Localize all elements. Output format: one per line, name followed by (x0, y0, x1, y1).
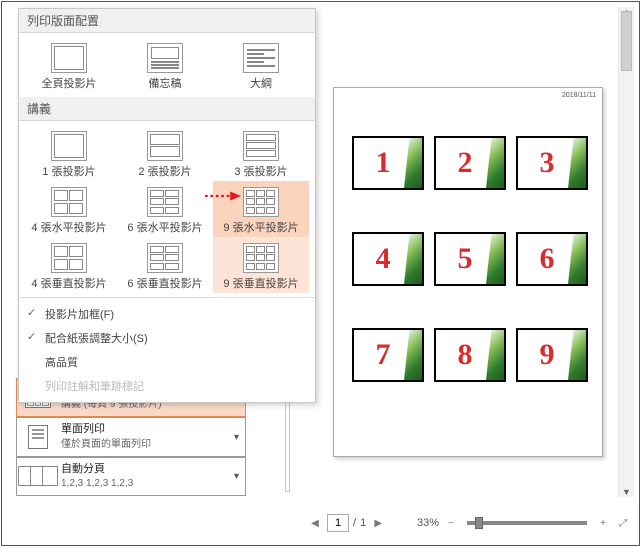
layout-outline[interactable]: 大綱 (213, 37, 309, 93)
slide-thumb: 3 (516, 136, 588, 190)
grid-6v-icon (147, 243, 183, 273)
zoom-out-button[interactable]: − (443, 518, 459, 529)
handout-6-horizontal[interactable]: 6 張水平投影片 (117, 181, 213, 237)
page-sep: / (353, 517, 356, 529)
grid-2-icon (147, 131, 183, 161)
preview-page: 2018/11/11 1 2 3 4 5 6 7 8 9 (333, 87, 603, 457)
zoom-slider[interactable] (467, 521, 587, 525)
chevron-down-icon: ▾ (234, 432, 239, 443)
preview-vertical-scrollbar[interactable]: ▲ ▼ (618, 7, 634, 497)
popup-options-list: ✓投影片加框(F) ✓配合紙張調整大小(S) 高品質 列印註解和筆跡標記 (19, 297, 315, 402)
zoom-slider-knob[interactable] (475, 517, 483, 529)
setting-sides[interactable]: 單面列印 僅於頁面的單面列印 ▾ (16, 417, 246, 456)
page-number-input[interactable] (327, 514, 349, 532)
setting-sides-title: 單面列印 (61, 422, 226, 437)
prev-page-button[interactable]: ◀ (307, 518, 323, 529)
option-print-comments: 列印註解和筆跡標記 (19, 374, 315, 398)
check-icon: ✓ (27, 330, 36, 343)
option-frame-slides[interactable]: ✓投影片加框(F) (19, 302, 315, 326)
grid-9v-icon (243, 243, 279, 273)
popup-header-layout: 列印版面配置 (19, 9, 315, 33)
popup-header-handouts: 講義 (19, 97, 315, 121)
notes-icon (147, 43, 183, 73)
full-page-icon (51, 43, 87, 73)
slide-thumb: 8 (434, 328, 506, 382)
option-scale-to-paper[interactable]: ✓配合紙張調整大小(S) (19, 326, 315, 350)
grid-1-icon (51, 131, 87, 161)
grid-4v-icon (51, 243, 87, 273)
popup-handouts-section: 1 張投影片 2 張投影片 3 張投影片 4 張水平投影片 6 張水平投影片 9… (19, 121, 315, 297)
outline-icon (243, 43, 279, 73)
setting-collate[interactable]: 自動分頁 1,2,3 1,2,3 1,2,3 ▾ (16, 457, 246, 496)
handout-3-slides[interactable]: 3 張投影片 (213, 125, 309, 181)
preview-date: 2018/11/11 (562, 92, 596, 99)
zoom-percent: 33% (417, 517, 439, 529)
next-page-button[interactable]: ▶ (370, 518, 386, 529)
handout-4-vertical[interactable]: 4 張垂直投影片 (21, 237, 117, 293)
setting-collate-sub: 1,2,3 1,2,3 1,2,3 (61, 477, 226, 491)
slide-thumb: 6 (516, 232, 588, 286)
grid-3-icon (243, 131, 279, 161)
handout-4-horizontal[interactable]: 4 張水平投影片 (21, 181, 117, 237)
setting-sides-sub: 僅於頁面的單面列印 (61, 438, 226, 452)
handout-9-vertical[interactable]: 9 張垂直投影片 (213, 237, 309, 293)
zoom-in-button[interactable]: + (595, 518, 611, 529)
preview-status-bar: ◀ / 1 ▶ 33% − + ⤢ (307, 509, 631, 537)
popup-layout-section: 全頁投影片 備忘稿 大綱 (19, 33, 315, 97)
print-preview-area: 2018/11/11 1 2 3 4 5 6 7 8 9 ▲ ▼ (307, 7, 634, 497)
zoom-fit-button[interactable]: ⤢ (615, 518, 631, 529)
handout-9-horizontal[interactable]: 9 張水平投影片 (213, 181, 309, 237)
handout-2-slides[interactable]: 2 張投影片 (117, 125, 213, 181)
slide-thumb: 9 (516, 328, 588, 382)
slide-thumb: 7 (352, 328, 424, 382)
slide-thumb: 2 (434, 136, 506, 190)
grid-9-icon (243, 187, 279, 217)
handout-6-vertical[interactable]: 6 張垂直投影片 (117, 237, 213, 293)
chevron-down-icon: ▾ (234, 471, 239, 482)
layout-notes-pages[interactable]: 備忘稿 (117, 37, 213, 93)
layout-popup-menu: 列印版面配置 全頁投影片 備忘稿 大綱 講義 1 張投影片 2 張 (18, 8, 316, 403)
slide-thumb: 1 (352, 136, 424, 190)
setting-collate-title: 自動分頁 (61, 462, 226, 477)
check-icon: ✓ (27, 306, 36, 319)
page-total: 1 (360, 517, 366, 529)
option-high-quality[interactable]: 高品質 (19, 350, 315, 374)
preview-thumb-grid: 1 2 3 4 5 6 7 8 9 (352, 136, 588, 382)
layout-full-page-slides[interactable]: 全頁投影片 (21, 37, 117, 93)
grid-4-icon (51, 187, 87, 217)
handout-1-slide[interactable]: 1 張投影片 (21, 125, 117, 181)
scroll-thumb[interactable] (621, 11, 632, 71)
slide-thumb: 5 (434, 232, 506, 286)
grid-6-icon (147, 187, 183, 217)
collate-icon (23, 463, 53, 489)
slide-thumb: 4 (352, 232, 424, 286)
single-side-icon (23, 424, 53, 450)
scroll-down-icon[interactable]: ▼ (619, 487, 634, 497)
